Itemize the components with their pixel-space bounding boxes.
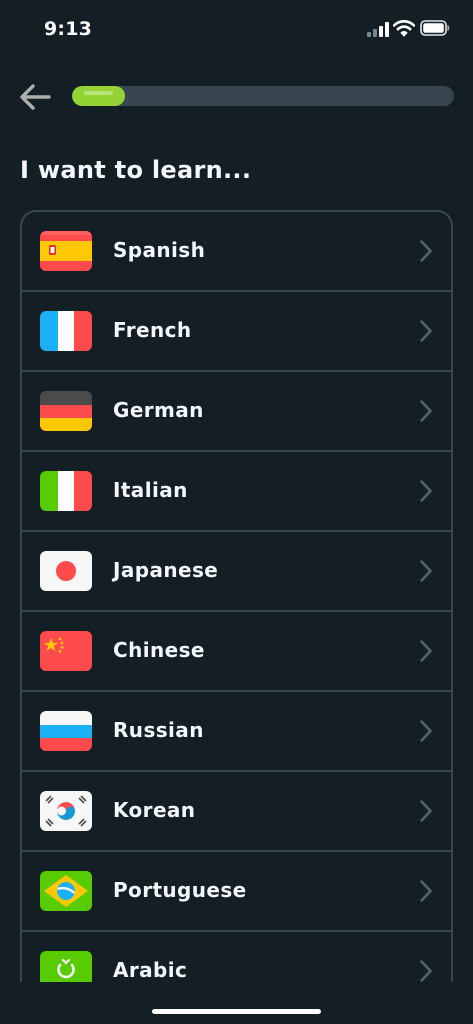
language-option-arabic[interactable]: Arabic xyxy=(22,932,451,982)
battery-icon xyxy=(420,20,450,36)
language-label: German xyxy=(113,398,204,422)
language-option-chinese[interactable]: Chinese xyxy=(22,612,451,692)
china-flag-icon xyxy=(40,631,92,671)
screen: 9:13 I want to learn... Spanish French G… xyxy=(0,0,473,1024)
language-option-french[interactable]: French xyxy=(22,292,451,372)
chevron-right-icon xyxy=(420,560,432,582)
progress-bar xyxy=(72,86,454,106)
language-label: Arabic xyxy=(113,958,188,982)
back-button[interactable] xyxy=(16,78,54,116)
language-option-russian[interactable]: Russian xyxy=(22,692,451,772)
language-option-italian[interactable]: Italian xyxy=(22,452,451,532)
chevron-right-icon xyxy=(420,880,432,902)
cellular-signal-icon xyxy=(367,22,389,37)
korea-flag-icon xyxy=(40,791,92,831)
chevron-right-icon xyxy=(420,640,432,662)
italy-flag-icon xyxy=(40,471,92,511)
japan-flag-icon xyxy=(40,551,92,591)
page-title: I want to learn... xyxy=(20,156,252,184)
spain-flag-icon xyxy=(40,231,92,271)
russia-flag-icon xyxy=(40,711,92,751)
france-flag-icon xyxy=(40,311,92,351)
arabic-flag-icon xyxy=(40,951,92,982)
germany-flag-icon xyxy=(40,391,92,431)
chevron-right-icon xyxy=(420,240,432,262)
language-label: Spanish xyxy=(113,238,206,262)
language-label: Portuguese xyxy=(113,878,247,902)
language-option-spanish[interactable]: Spanish xyxy=(22,212,451,292)
chevron-right-icon xyxy=(420,400,432,422)
language-option-german[interactable]: German xyxy=(22,372,451,452)
language-label: Korean xyxy=(113,798,196,822)
language-option-portuguese[interactable]: Portuguese xyxy=(22,852,451,932)
language-label: Chinese xyxy=(113,638,205,662)
language-option-japanese[interactable]: Japanese xyxy=(22,532,451,612)
chevron-right-icon xyxy=(420,480,432,502)
chevron-right-icon xyxy=(420,960,432,982)
wifi-icon xyxy=(393,20,415,37)
chevron-right-icon xyxy=(420,720,432,742)
brazil-flag-icon xyxy=(40,871,92,911)
language-label: Russian xyxy=(113,718,204,742)
language-label: French xyxy=(113,318,192,342)
language-option-korean[interactable]: Korean xyxy=(22,772,451,852)
progress-bar-fill xyxy=(72,86,126,106)
status-time: 9:13 xyxy=(44,18,93,40)
language-label: Italian xyxy=(113,478,188,502)
language-list: Spanish French German Italian Japanese C… xyxy=(20,210,453,982)
status-bar: 9:13 xyxy=(0,0,473,60)
home-indicator[interactable] xyxy=(152,1009,321,1014)
language-label: Japanese xyxy=(113,558,219,582)
back-arrow-icon xyxy=(20,84,51,110)
chevron-right-icon xyxy=(420,800,432,822)
chevron-right-icon xyxy=(420,320,432,342)
